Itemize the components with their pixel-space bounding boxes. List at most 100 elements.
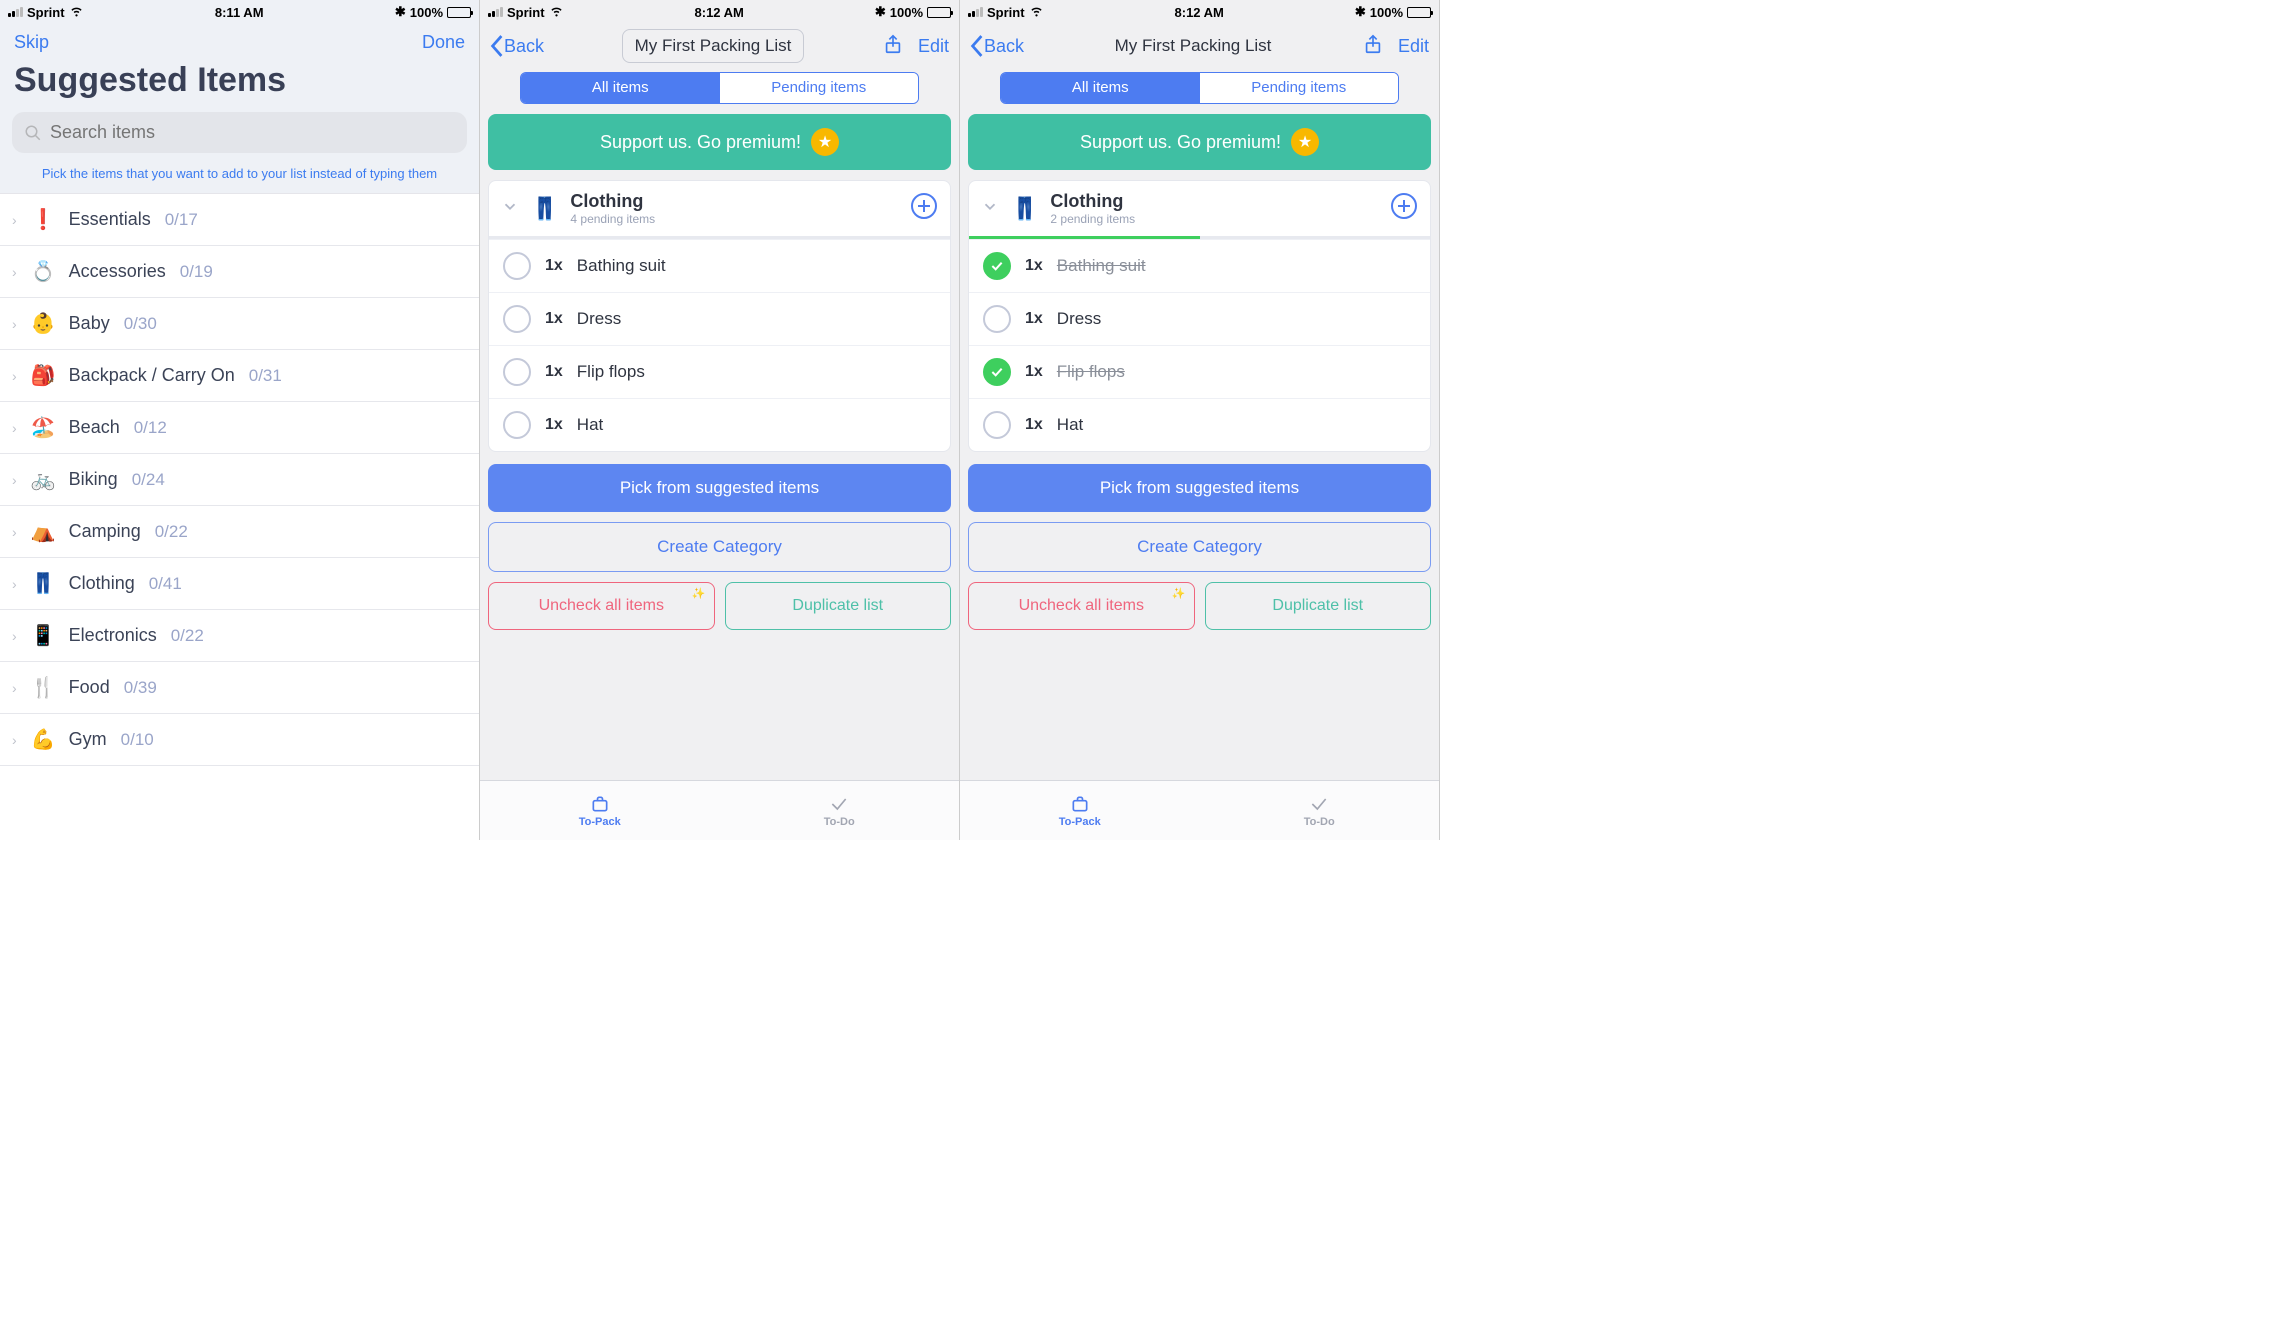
- premium-banner[interactable]: Support us. Go premium! ★: [968, 114, 1431, 170]
- pick-suggested-button[interactable]: Pick from suggested items: [968, 464, 1431, 512]
- category-row[interactable]: › 🎒 Backpack / Carry On 0/31: [0, 350, 479, 402]
- share-button[interactable]: [882, 32, 904, 61]
- chevron-right-icon: ›: [12, 680, 17, 696]
- checkbox-unchecked[interactable]: [983, 305, 1011, 333]
- premium-banner[interactable]: Support us. Go premium! ★: [488, 114, 951, 170]
- premium-label: Support us. Go premium!: [600, 132, 801, 153]
- checkbox-unchecked[interactable]: [503, 305, 531, 333]
- packing-item[interactable]: 1x Hat: [969, 398, 1430, 451]
- category-name: Accessories: [69, 261, 166, 282]
- search-field[interactable]: [12, 112, 467, 153]
- category-emoji: 🍴: [31, 675, 55, 700]
- battery-icon: [1407, 7, 1431, 18]
- category-name: Beach: [69, 417, 120, 438]
- status-time: 8:11 AM: [215, 5, 264, 20]
- carrier-label: Sprint: [987, 5, 1025, 20]
- share-button[interactable]: [1362, 32, 1384, 61]
- category-row[interactable]: › 👖 Clothing 0/41: [0, 558, 479, 610]
- tab-to-do[interactable]: To-Do: [1200, 781, 1440, 840]
- category-emoji: 👶: [31, 311, 55, 336]
- uncheck-label: Uncheck all items: [1019, 597, 1144, 614]
- edit-button[interactable]: Edit: [918, 36, 949, 57]
- add-item-button[interactable]: [1390, 192, 1418, 225]
- chevron-right-icon: ›: [12, 420, 17, 436]
- skip-button[interactable]: Skip: [14, 32, 49, 53]
- category-header[interactable]: 👖 Clothing 2 pending items: [969, 181, 1430, 236]
- segment-all[interactable]: All items: [1001, 73, 1200, 103]
- edit-button[interactable]: Edit: [1398, 36, 1429, 57]
- checkbox-unchecked[interactable]: [983, 411, 1011, 439]
- category-row[interactable]: › 💍 Accessories 0/19: [0, 246, 479, 298]
- chevron-right-icon: ›: [12, 628, 17, 644]
- tab-to-pack[interactable]: To-Pack: [480, 781, 720, 840]
- create-category-button[interactable]: Create Category: [488, 522, 951, 572]
- category-row[interactable]: › ⛺ Camping 0/22: [0, 506, 479, 558]
- category-row[interactable]: › 🚲 Biking 0/24: [0, 454, 479, 506]
- item-qty: 1x: [1025, 416, 1043, 434]
- packing-item[interactable]: 1x Flip flops: [969, 345, 1430, 398]
- category-count: 0/22: [155, 522, 188, 542]
- checkbox-checked[interactable]: [983, 358, 1011, 386]
- segment-pending[interactable]: Pending items: [720, 73, 919, 103]
- back-button[interactable]: Back: [490, 35, 544, 57]
- bluetooth-icon: ✱: [875, 4, 886, 20]
- suitcase-icon: [1069, 794, 1091, 814]
- packing-item[interactable]: 1x Dress: [969, 292, 1430, 345]
- filter-segment[interactable]: All items Pending items: [1000, 72, 1399, 104]
- signal-icon: [488, 7, 503, 17]
- hint-text: Pick the items that you want to add to y…: [0, 161, 479, 193]
- checkbox-unchecked[interactable]: [503, 411, 531, 439]
- packing-item[interactable]: 1x Flip flops: [489, 345, 950, 398]
- category-row[interactable]: › 🏖️ Beach 0/12: [0, 402, 479, 454]
- filter-segment[interactable]: All items Pending items: [520, 72, 919, 104]
- category-title: Clothing: [1050, 191, 1135, 212]
- chevron-down-icon: [501, 197, 519, 215]
- list-title-editable[interactable]: My First Packing List: [622, 29, 805, 63]
- checkbox-checked[interactable]: [983, 252, 1011, 280]
- tab-to-do[interactable]: To-Do: [720, 781, 960, 840]
- category-title: Clothing: [570, 191, 655, 212]
- uncheck-all-button[interactable]: Uncheck all items✨: [488, 582, 715, 630]
- item-qty: 1x: [545, 416, 563, 434]
- packing-item[interactable]: 1x Bathing suit: [489, 239, 950, 292]
- segment-all[interactable]: All items: [521, 73, 720, 103]
- packing-item[interactable]: 1x Hat: [489, 398, 950, 451]
- item-name: Dress: [1057, 309, 1101, 329]
- search-input[interactable]: [50, 122, 455, 143]
- tab-to-pack[interactable]: To-Pack: [960, 781, 1200, 840]
- category-row[interactable]: › ❗ Essentials 0/17: [0, 194, 479, 246]
- checkbox-unchecked[interactable]: [503, 252, 531, 280]
- search-icon: [24, 124, 42, 142]
- pick-suggested-button[interactable]: Pick from suggested items: [488, 464, 951, 512]
- chevron-right-icon: ›: [12, 472, 17, 488]
- packing-item[interactable]: 1x Dress: [489, 292, 950, 345]
- category-row[interactable]: › 🍴 Food 0/39: [0, 662, 479, 714]
- packing-item[interactable]: 1x Bathing suit: [969, 239, 1430, 292]
- category-count: 0/17: [165, 210, 198, 230]
- collapse-toggle[interactable]: [501, 197, 519, 220]
- add-item-button[interactable]: [910, 192, 938, 225]
- duplicate-list-button[interactable]: Duplicate list: [725, 582, 952, 630]
- duplicate-list-button[interactable]: Duplicate list: [1205, 582, 1432, 630]
- back-button[interactable]: Back: [970, 35, 1024, 57]
- tab-todo-label: To-Do: [1304, 816, 1335, 828]
- item-name: Flip flops: [577, 362, 645, 382]
- segment-pending[interactable]: Pending items: [1200, 73, 1399, 103]
- status-bar: Sprint 8:12 AM ✱ 100%: [960, 0, 1439, 22]
- category-name: Clothing: [69, 573, 135, 594]
- checkbox-unchecked[interactable]: [503, 358, 531, 386]
- item-name: Bathing suit: [577, 256, 666, 276]
- create-category-button[interactable]: Create Category: [968, 522, 1431, 572]
- done-button[interactable]: Done: [422, 32, 465, 53]
- category-row[interactable]: › 👶 Baby 0/30: [0, 298, 479, 350]
- category-name: Gym: [69, 729, 107, 750]
- category-emoji: 💍: [31, 259, 55, 284]
- chevron-right-icon: ›: [12, 576, 17, 592]
- collapse-toggle[interactable]: [981, 197, 999, 220]
- category-row[interactable]: › 📱 Electronics 0/22: [0, 610, 479, 662]
- chevron-right-icon: ›: [12, 212, 17, 228]
- category-header[interactable]: 👖 Clothing 4 pending items: [489, 181, 950, 236]
- uncheck-all-button[interactable]: Uncheck all items✨: [968, 582, 1195, 630]
- item-qty: 1x: [1025, 310, 1043, 328]
- category-row[interactable]: › 💪 Gym 0/10: [0, 714, 479, 766]
